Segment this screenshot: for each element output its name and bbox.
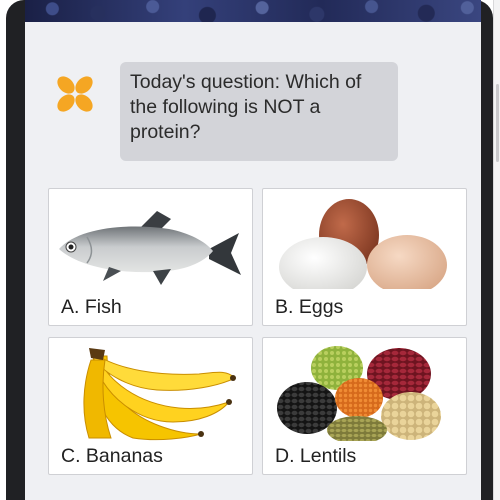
device-frame: Today's question: Which of the following… (6, 0, 493, 500)
answer-option-bananas[interactable]: C. Bananas (48, 337, 253, 475)
option-label: C. Bananas (61, 445, 163, 467)
page-edge (493, 0, 500, 500)
flower-logo-icon (57, 76, 93, 112)
option-label: A. Fish (61, 296, 122, 318)
fish-image (59, 211, 241, 285)
header-photo-strip (25, 0, 481, 22)
answer-option-eggs[interactable]: B. Eggs (262, 188, 467, 326)
question-text: Today's question: Which of the following… (130, 71, 362, 143)
bananas-image (83, 348, 236, 441)
answer-option-lentils[interactable]: D. Lentils (262, 337, 467, 475)
lentils-image (277, 346, 441, 441)
app-screen: Today's question: Which of the following… (25, 0, 481, 500)
option-label: D. Lentils (275, 445, 357, 467)
option-label: B. Eggs (275, 296, 344, 318)
answer-option-fish[interactable]: A. Fish (48, 188, 253, 326)
question-bubble: Today's question: Which of the following… (120, 62, 398, 161)
scrollbar-thumb[interactable] (496, 84, 499, 162)
eggs-image (263, 199, 466, 292)
